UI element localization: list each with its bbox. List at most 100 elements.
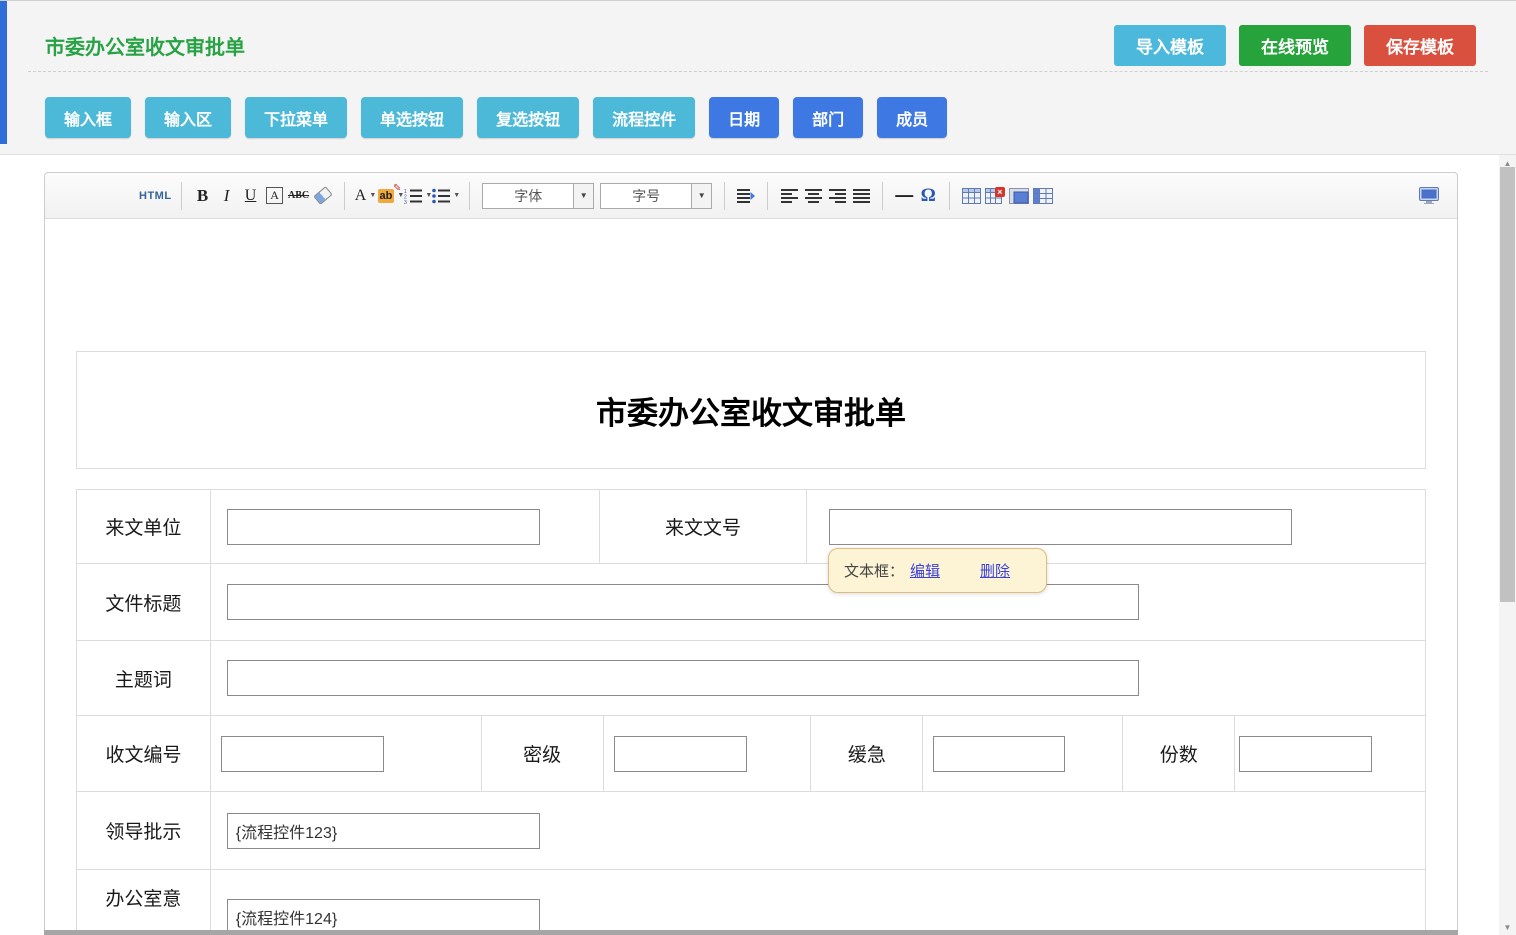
font-style-button[interactable]: A: [263, 181, 287, 211]
secrecy-input[interactable]: [614, 736, 747, 772]
table-row: 收文编号 密级 缓急 份数: [77, 716, 1425, 792]
add-radio-button[interactable]: 单选按钮: [361, 97, 463, 138]
leader-remarks-input[interactable]: [227, 813, 540, 849]
table-properties-button[interactable]: [1031, 181, 1055, 211]
source-code-button[interactable]: HTML: [139, 181, 172, 211]
fullscreen-button[interactable]: [1417, 181, 1441, 211]
align-right-icon: [829, 188, 846, 204]
import-template-button[interactable]: 导入模板: [1114, 25, 1226, 66]
scroll-down-arrow-icon[interactable]: ▼: [1499, 919, 1516, 935]
document-title-cell[interactable]: 市委办公室收文审批单: [76, 351, 1426, 469]
add-dropdown-button[interactable]: 下拉菜单: [245, 97, 347, 138]
add-flow-control-button[interactable]: 流程控件: [593, 97, 695, 138]
insert-table-button[interactable]: [959, 181, 983, 211]
align-justify-button[interactable]: [849, 181, 873, 211]
align-left-icon: [781, 188, 798, 204]
align-left-button[interactable]: [777, 181, 801, 211]
ordered-list-icon: 123: [404, 188, 422, 204]
source-unit-input[interactable]: [227, 509, 540, 545]
underline-button[interactable]: U: [239, 181, 263, 211]
omega-icon: Ω: [921, 185, 936, 207]
bold-button[interactable]: B: [191, 181, 215, 211]
copies-input[interactable]: [1239, 736, 1372, 772]
edit-control-link[interactable]: 编辑: [910, 560, 940, 581]
svg-text:×: ×: [997, 187, 1002, 197]
toolbar-separator: [724, 182, 725, 210]
tooltip-label: 文本框：: [844, 560, 904, 581]
horizontal-rule-button[interactable]: —: [892, 181, 916, 211]
special-char-button[interactable]: Ω: [916, 181, 940, 211]
font-size-select[interactable]: 字号 ▼: [600, 183, 712, 209]
monitor-icon: [1419, 187, 1439, 204]
add-input-box-button[interactable]: 输入框: [45, 97, 131, 138]
toolbar-separator: [767, 182, 768, 210]
add-input-area-button[interactable]: 输入区: [145, 97, 231, 138]
doc-number-input[interactable]: [829, 509, 1292, 545]
add-checkbox-button[interactable]: 复选按钮: [477, 97, 579, 138]
svg-text:3: 3: [404, 200, 407, 204]
toolbar-separator: [469, 182, 470, 210]
font-color-icon: A: [355, 187, 367, 205]
font-family-select[interactable]: 字体 ▼: [482, 183, 594, 209]
italic-icon: I: [224, 186, 230, 206]
toolbar-separator: [344, 182, 345, 210]
label-keywords: 主题词: [77, 641, 210, 715]
font-color-button[interactable]: A▼: [354, 181, 378, 211]
ordered-list-button[interactable]: 123▼: [404, 181, 432, 211]
boxed-a-icon: A: [266, 187, 283, 204]
editor-content[interactable]: 市委办公室收文审批单 来文单位 来文文号 文件标题: [45, 219, 1457, 935]
page-title: 市委办公室收文审批单: [45, 31, 245, 60]
pencil-icon: ✎: [393, 183, 401, 194]
delete-table-button[interactable]: ×: [983, 181, 1007, 211]
label-urgency: 缓急: [810, 716, 922, 791]
label-doc-number: 来文文号: [599, 490, 806, 563]
horizontal-scrollbar-edge[interactable]: [44, 930, 1458, 935]
save-template-button[interactable]: 保存模板: [1364, 25, 1476, 66]
remove-format-button[interactable]: [311, 181, 335, 211]
table-row: 领导批示: [77, 792, 1425, 870]
cell-source-unit: [210, 490, 599, 563]
cell-leader-remarks: [210, 792, 1425, 869]
add-member-button[interactable]: 成员: [877, 97, 947, 138]
unordered-list-button[interactable]: ▼: [432, 181, 460, 211]
align-right-button[interactable]: [825, 181, 849, 211]
label-secrecy: 密级: [481, 716, 603, 791]
delete-control-link[interactable]: 删除: [980, 560, 1010, 581]
bold-icon: B: [197, 186, 208, 206]
table-row: 办公室意: [77, 870, 1425, 935]
scrollbar-thumb[interactable]: [1500, 167, 1515, 602]
chevron-down-icon[interactable]: ▼: [692, 183, 712, 209]
vertical-scrollbar[interactable]: ▲ ▼: [1499, 155, 1516, 935]
label-office-opinion: 办公室意: [77, 870, 210, 935]
table-cell-button[interactable]: [1007, 181, 1031, 211]
receipt-number-input[interactable]: [221, 736, 384, 772]
add-date-button[interactable]: 日期: [709, 97, 779, 138]
italic-button[interactable]: I: [215, 181, 239, 211]
keywords-input[interactable]: [227, 660, 1139, 696]
dashed-divider: [28, 71, 1488, 72]
editor-toolbar: HTML B I U A ABC A▼ ab✎▼ 123▼ ▼ 字体 ▼ 字号: [45, 173, 1457, 219]
align-center-button[interactable]: [801, 181, 825, 211]
urgency-input[interactable]: [933, 736, 1065, 772]
cell-receipt-number: [210, 716, 481, 791]
strikethrough-icon: ABC: [288, 190, 309, 201]
cell-copies: [1234, 716, 1425, 791]
insert-table-icon: [962, 188, 981, 204]
rich-text-editor: HTML B I U A ABC A▼ ab✎▼ 123▼ ▼ 字体 ▼ 字号: [44, 172, 1458, 935]
strikethrough-button[interactable]: ABC: [287, 181, 311, 211]
chevron-down-icon[interactable]: ▼: [574, 183, 594, 209]
label-receipt-number: 收文编号: [77, 716, 210, 791]
underline-icon: U: [245, 187, 257, 205]
add-department-button[interactable]: 部门: [793, 97, 863, 138]
cell-doc-title: [210, 564, 1425, 640]
toolbar-separator: [882, 182, 883, 210]
font-family-value: 字体: [482, 183, 574, 209]
highlight-color-button[interactable]: ab✎▼: [378, 181, 405, 211]
font-size-value: 字号: [600, 183, 692, 209]
online-preview-button[interactable]: 在线预览: [1239, 25, 1351, 66]
toolbar-separator: [181, 182, 182, 210]
table-row: 主题词: [77, 641, 1425, 716]
document-title: 市委办公室收文审批单: [596, 388, 906, 433]
align-center-icon: [805, 188, 822, 204]
indent-button[interactable]: [734, 181, 758, 211]
